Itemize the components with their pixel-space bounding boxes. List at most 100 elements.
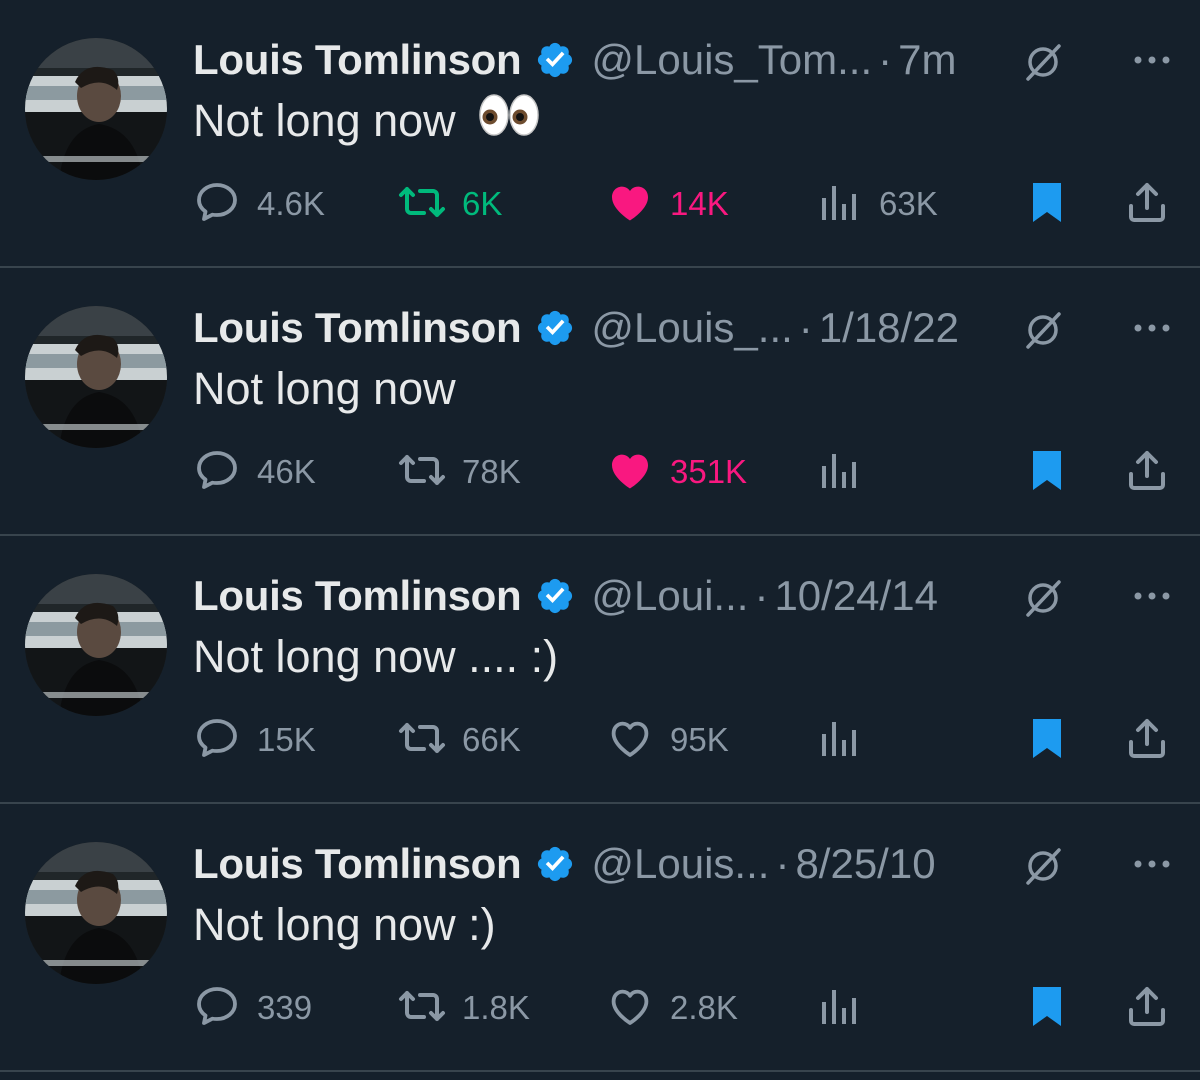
separator-dot: · <box>754 572 769 619</box>
timestamp[interactable]: 10/24/14 <box>774 572 938 620</box>
reply-count: 4.6K <box>257 185 325 222</box>
bookmark-button[interactable] <box>1023 980 1071 1036</box>
avatar[interactable] <box>25 38 167 180</box>
bookmark-button[interactable] <box>1023 444 1071 500</box>
reply-icon <box>193 714 241 767</box>
tweet-feed: Louis Tomlinson @Louis_Tom... · 7m Not l… <box>0 0 1200 1080</box>
like-button[interactable]: 2.8K <box>606 980 738 1036</box>
timestamp[interactable]: 8/25/10 <box>795 840 935 888</box>
reply-count: 339 <box>257 989 313 1026</box>
tweet-text: Not long now <box>193 93 540 148</box>
retweet-count: 1.8K <box>462 989 530 1026</box>
grok-icon[interactable] <box>1021 40 1065 84</box>
reply-icon <box>193 446 241 499</box>
reply-icon <box>193 178 241 231</box>
like-count: 14K <box>670 185 729 222</box>
retweet-icon <box>398 446 446 499</box>
like-button[interactable]: 95K <box>606 712 729 768</box>
retweet-icon <box>398 714 446 767</box>
grok-icon[interactable] <box>1021 844 1065 888</box>
timestamp[interactable]: 1/18/22 <box>819 304 959 352</box>
share-button[interactable] <box>1123 712 1171 768</box>
handle[interactable]: @Louis_... <box>591 304 792 352</box>
tweet[interactable]: Louis Tomlinson @Louis_Tom... · 7m Not l… <box>0 0 1200 268</box>
heart-icon <box>606 446 654 499</box>
heart-icon <box>606 178 654 231</box>
tweet[interactable]: Louis Tomlinson @Loui... · 10/24/14 Not … <box>0 536 1200 804</box>
tweet-text-content: Not long now .... :) <box>193 631 559 682</box>
separator-dot: · <box>878 36 893 83</box>
tweet-header: Louis Tomlinson @Louis_Tom... · 7m <box>193 30 1175 90</box>
views-button[interactable] <box>815 712 879 768</box>
verified-badge-icon[interactable] <box>535 844 575 884</box>
verified-badge-icon[interactable] <box>535 40 575 80</box>
bookmark-button[interactable] <box>1023 176 1071 232</box>
bookmark-icon <box>1023 714 1071 767</box>
bookmark-icon <box>1023 982 1071 1035</box>
bookmark-button[interactable] <box>1023 712 1071 768</box>
more-icon[interactable] <box>1129 40 1175 80</box>
more-icon[interactable] <box>1129 844 1175 884</box>
view-count: 63K <box>879 185 938 222</box>
retweet-count: 6K <box>462 185 503 222</box>
handle[interactable]: @Louis_Tom... <box>591 36 872 84</box>
views-icon <box>815 178 863 231</box>
tweet[interactable]: Louis Tomlinson @Louis_... · 1/18/22 Not… <box>0 268 1200 536</box>
display-name[interactable]: Louis Tomlinson <box>193 572 522 620</box>
share-button[interactable] <box>1123 980 1171 1036</box>
heart-icon <box>606 714 654 767</box>
share-icon <box>1123 446 1171 499</box>
tweet-actions: 4.6K 6K 14K 63K <box>193 176 1173 232</box>
grok-icon[interactable] <box>1021 576 1065 620</box>
display-name[interactable]: Louis Tomlinson <box>193 840 522 888</box>
grok-icon[interactable] <box>1021 308 1065 352</box>
more-icon[interactable] <box>1129 576 1175 616</box>
retweet-button[interactable]: 1.8K <box>398 980 530 1036</box>
retweet-icon <box>398 982 446 1035</box>
tweet-actions: 15K 66K 95K <box>193 712 1173 768</box>
views-button[interactable]: 63K <box>815 176 938 232</box>
like-count: 351K <box>670 453 748 490</box>
display-name[interactable]: Louis Tomlinson <box>193 36 522 84</box>
more-icon[interactable] <box>1129 308 1175 348</box>
retweet-button[interactable]: 6K <box>398 176 502 232</box>
reply-button[interactable]: 4.6K <box>193 176 325 232</box>
tweet-actions: 339 1.8K 2.8K <box>193 980 1173 1036</box>
handle[interactable]: @Louis... <box>591 840 769 888</box>
views-button[interactable] <box>815 980 879 1036</box>
handle[interactable]: @Loui... <box>591 572 748 620</box>
verified-badge-icon[interactable] <box>535 308 575 348</box>
tweet-header: Louis Tomlinson @Loui... · 10/24/14 <box>193 566 1175 626</box>
separator-dot: · <box>775 840 790 887</box>
display-name[interactable]: Louis Tomlinson <box>193 304 522 352</box>
like-button[interactable]: 351K <box>606 444 747 500</box>
views-button[interactable] <box>815 444 879 500</box>
tweet-header: Louis Tomlinson @Louis... · 8/25/10 <box>193 834 1175 894</box>
share-button[interactable] <box>1123 176 1171 232</box>
reply-button[interactable]: 339 <box>193 980 312 1036</box>
tweet-text: Not long now .... :) <box>193 631 558 683</box>
reply-button[interactable]: 46K <box>193 444 316 500</box>
retweet-button[interactable]: 78K <box>398 444 521 500</box>
avatar[interactable] <box>25 574 167 716</box>
like-count: 95K <box>670 721 729 758</box>
share-icon <box>1123 178 1171 231</box>
tweet-text-content: Not long now :) <box>193 899 496 950</box>
reply-button[interactable]: 15K <box>193 712 316 768</box>
verified-badge-icon[interactable] <box>535 576 575 616</box>
tweet[interactable]: Louis Tomlinson @Louis... · 8/25/10 Not … <box>0 804 1200 1072</box>
share-icon <box>1123 714 1171 767</box>
timestamp[interactable]: 7m <box>898 36 956 84</box>
avatar[interactable] <box>25 842 167 984</box>
tweet-header: Louis Tomlinson @Louis_... · 1/18/22 <box>193 298 1175 358</box>
retweet-count: 66K <box>462 721 521 758</box>
avatar[interactable] <box>25 306 167 448</box>
retweet-button[interactable]: 66K <box>398 712 521 768</box>
reply-count: 46K <box>257 453 316 490</box>
eyes-emoji <box>478 93 540 148</box>
tweet-actions: 46K 78K 351K <box>193 444 1173 500</box>
views-icon <box>815 982 863 1035</box>
share-button[interactable] <box>1123 444 1171 500</box>
bookmark-icon <box>1023 178 1071 231</box>
like-button[interactable]: 14K <box>606 176 729 232</box>
